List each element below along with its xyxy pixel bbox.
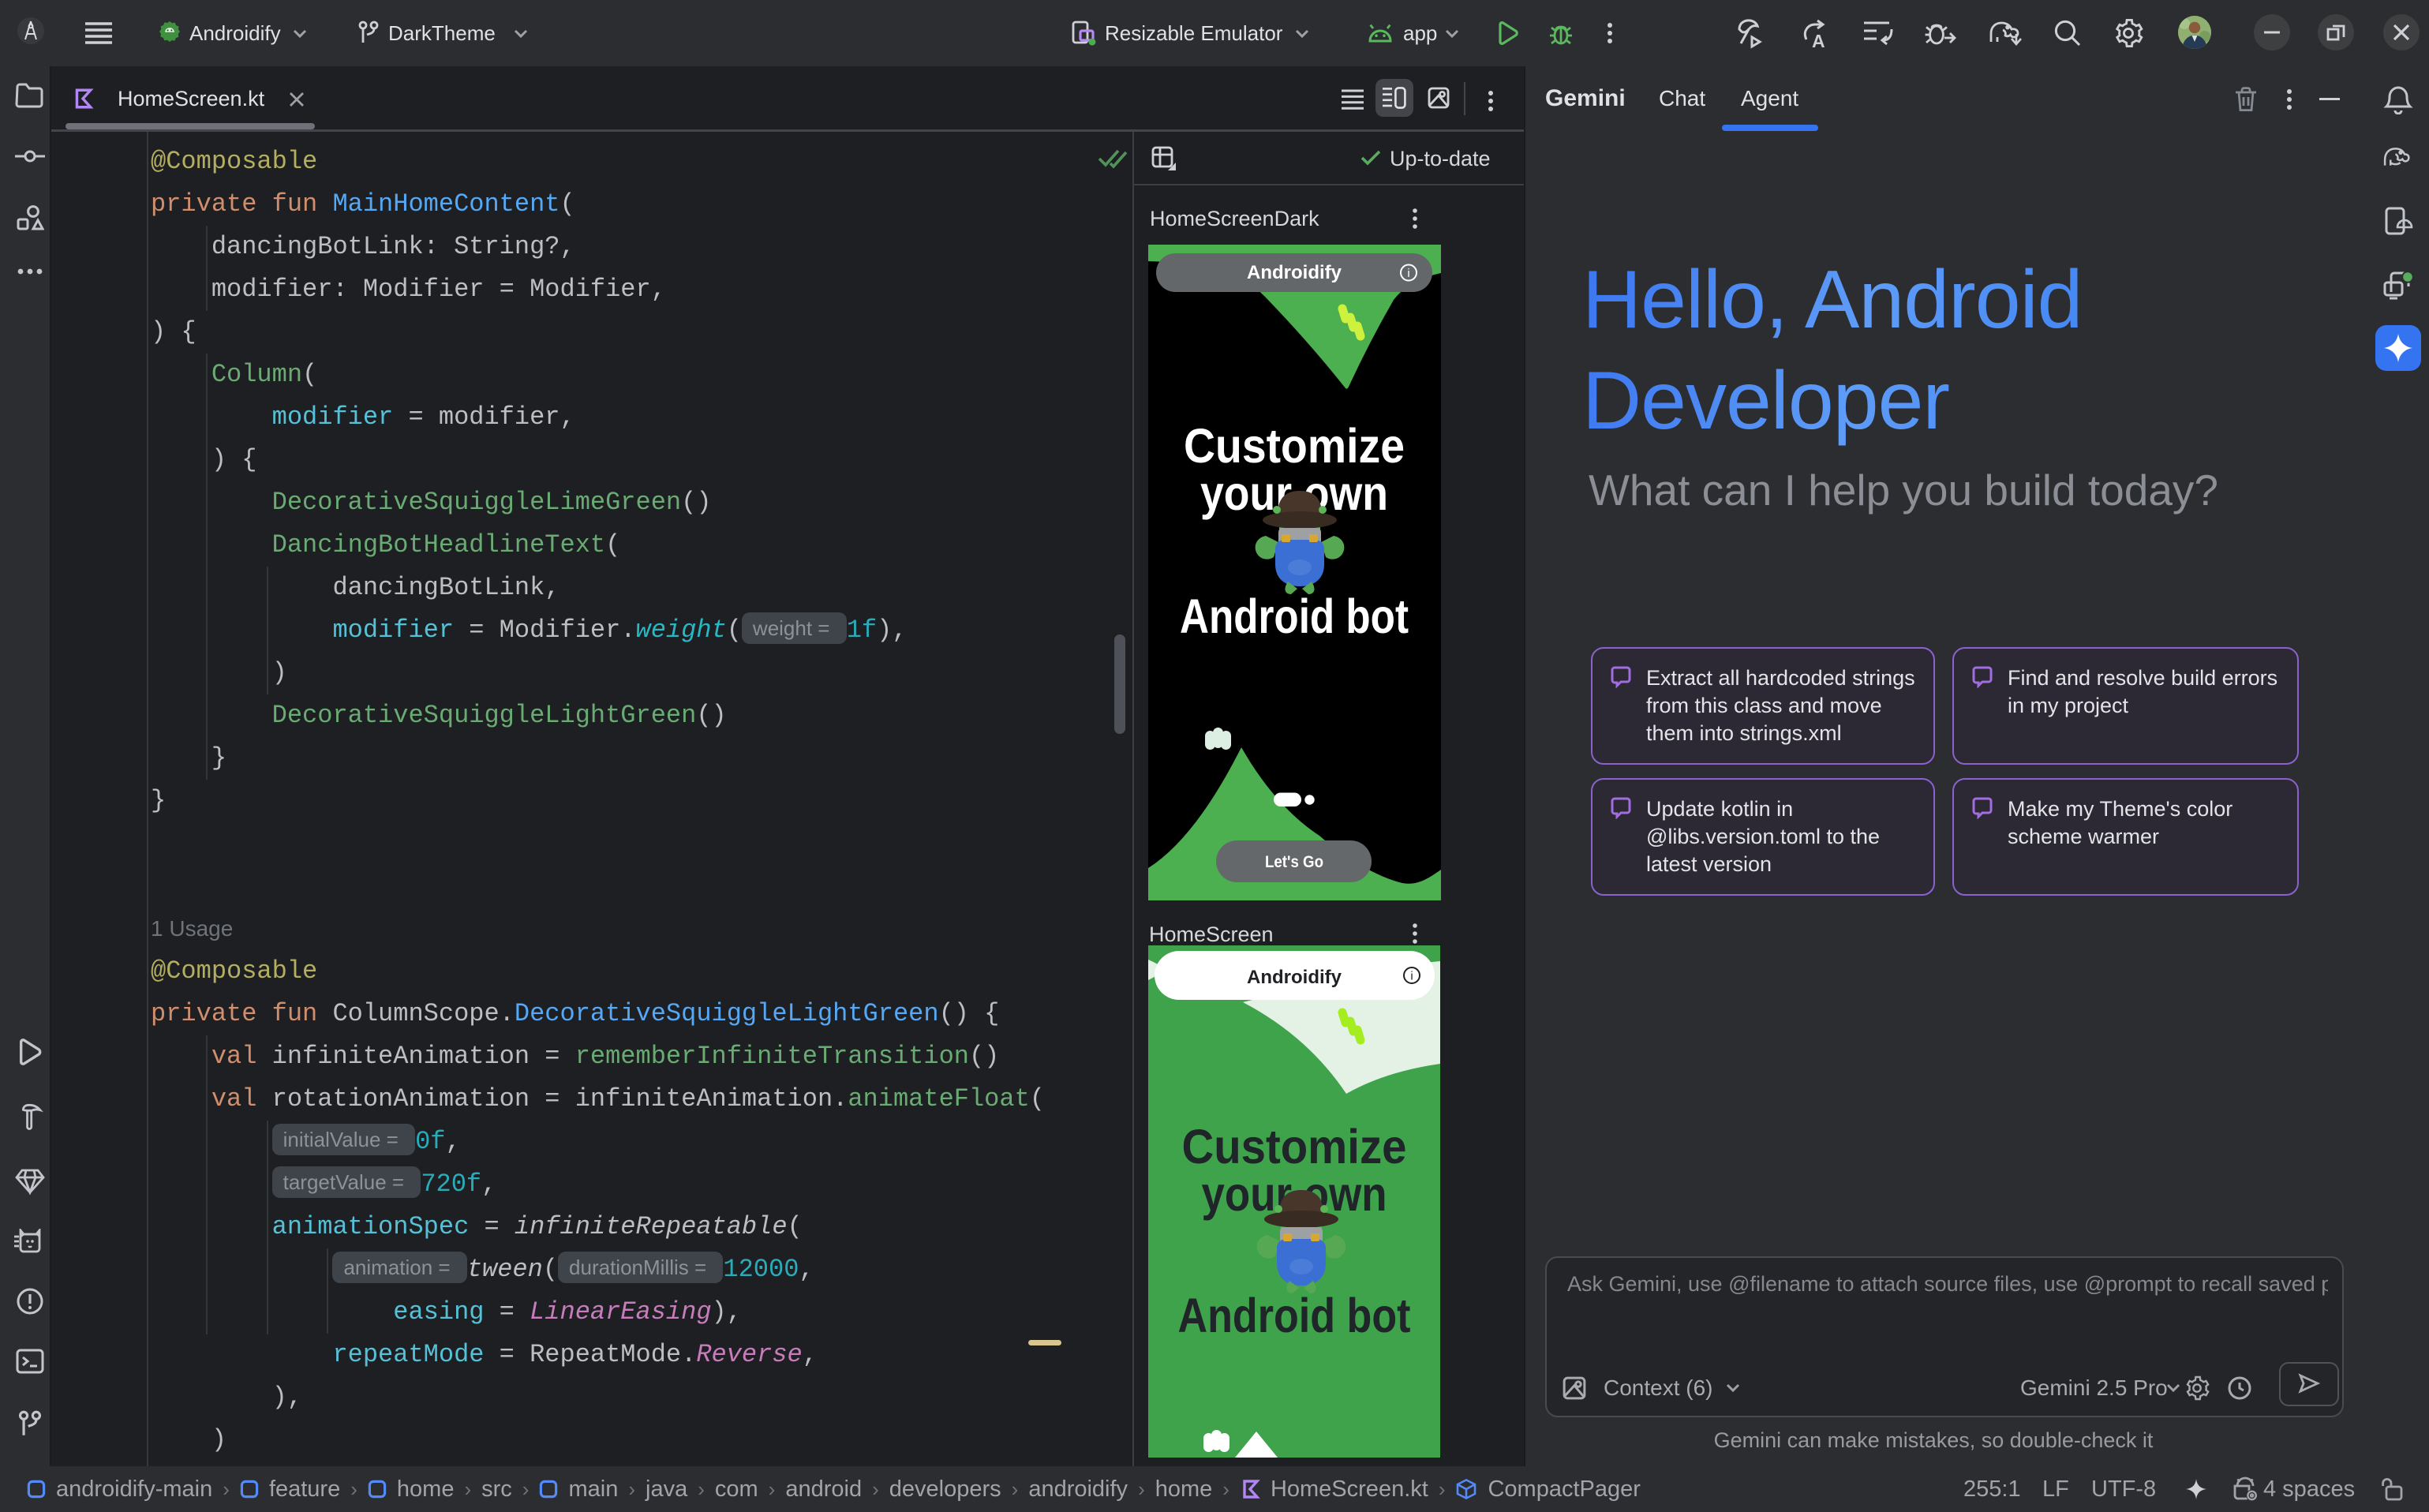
svg-text:A: A <box>1812 31 1825 49</box>
svg-text:Androidify: Androidify <box>1247 262 1342 283</box>
svg-text:Customize: Customize <box>1182 1120 1407 1173</box>
svg-text:i: i <box>1407 267 1409 280</box>
svg-text:Androidify: Androidify <box>1247 967 1342 988</box>
svg-text:Android bot: Android bot <box>1178 1289 1411 1342</box>
svg-text:Android bot: Android bot <box>1180 589 1409 643</box>
svg-text:Let's Go: Let's Go <box>1265 853 1323 871</box>
svg-text:i: i <box>1410 970 1413 983</box>
svg-text:Customize: Customize <box>1184 419 1405 473</box>
